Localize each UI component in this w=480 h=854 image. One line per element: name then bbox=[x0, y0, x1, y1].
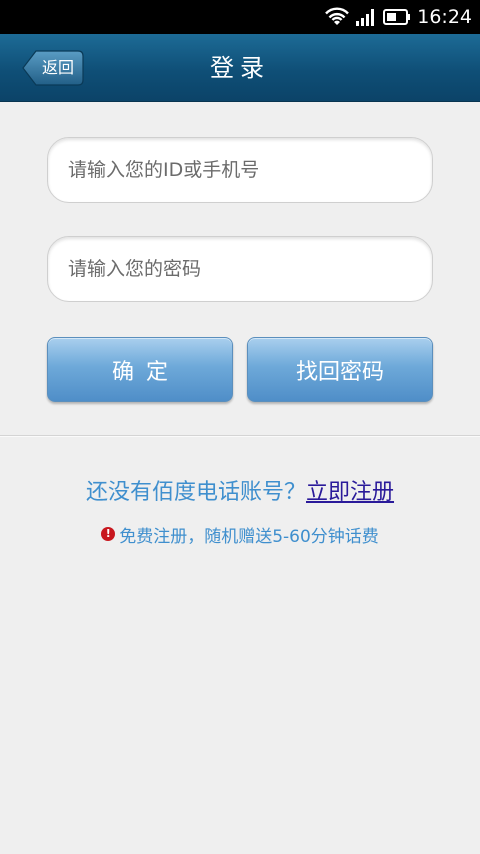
register-notice: ! 免费注册，随机赠送5-60分钟话费 bbox=[0, 522, 480, 547]
register-notice-text: 免费注册，随机赠送5-60分钟话费 bbox=[119, 526, 379, 547]
register-prompt-text: 还没有佰度电话账号？ bbox=[85, 480, 306, 505]
wifi-icon bbox=[325, 7, 350, 25]
status-time: 16:24 bbox=[417, 6, 472, 28]
status-bar: 16:24 bbox=[0, 0, 480, 34]
back-button-label[interactable]: 返回 bbox=[36, 50, 80, 86]
divider bbox=[0, 435, 480, 437]
warning-icon: ! bbox=[101, 527, 116, 541]
confirm-button[interactable]: 确定 bbox=[47, 337, 233, 402]
find-password-button[interactable]: 找回密码 bbox=[247, 337, 433, 402]
title-bar: 返回 登录 bbox=[0, 34, 480, 102]
id-input[interactable] bbox=[47, 137, 433, 203]
signal-icon bbox=[356, 9, 375, 26]
register-link[interactable]: 立即注册 bbox=[306, 480, 394, 505]
password-input[interactable] bbox=[47, 236, 433, 302]
battery-icon bbox=[383, 9, 411, 25]
register-prompt: 还没有佰度电话账号？立即注册 bbox=[0, 474, 480, 508]
